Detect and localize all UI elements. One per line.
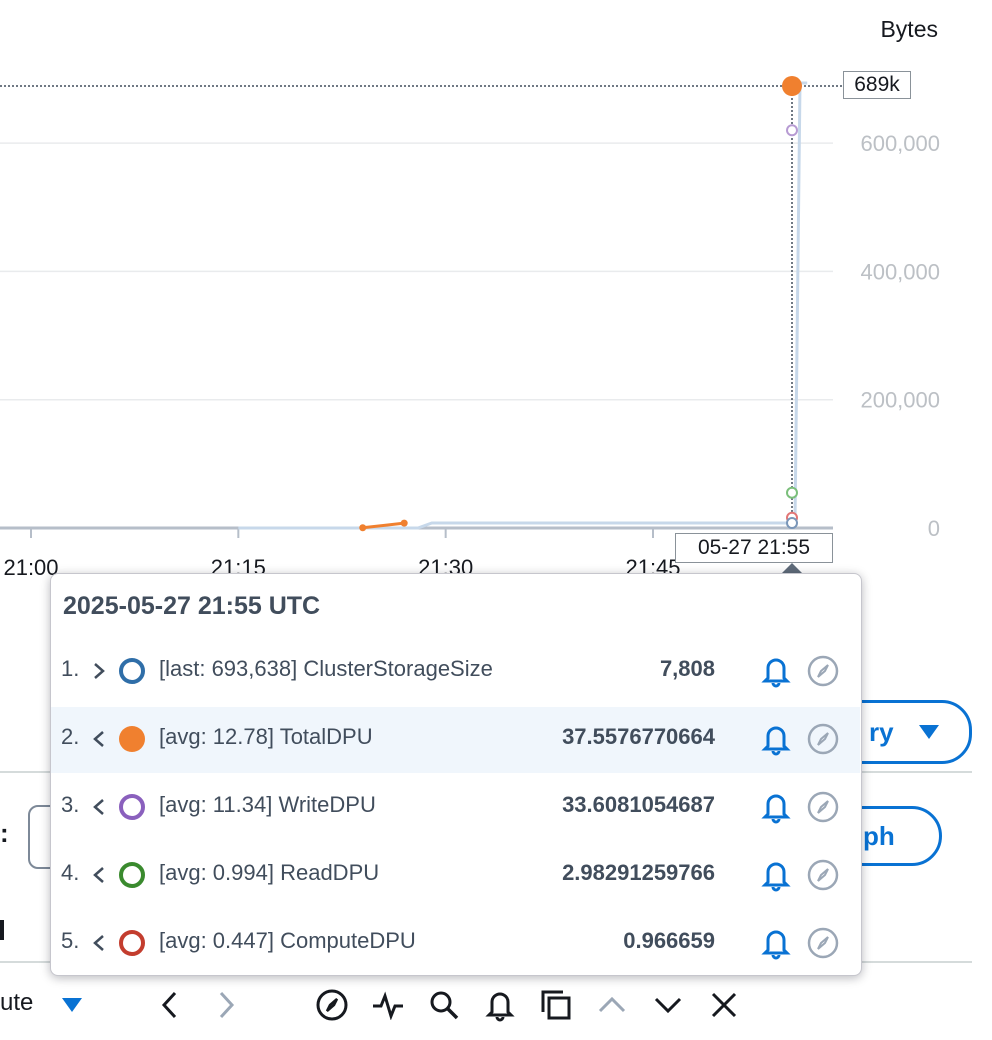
chevron-left-icon[interactable] bbox=[152, 987, 188, 1023]
hover-marker-WriteDPU bbox=[786, 124, 798, 137]
activity-icon[interactable] bbox=[370, 987, 406, 1023]
compass-icon[interactable] bbox=[806, 654, 840, 688]
bell-icon[interactable] bbox=[759, 654, 793, 688]
compass-icon[interactable] bbox=[806, 722, 840, 756]
chart-gridlines bbox=[0, 85, 842, 530]
series-value: 2.98291259766 bbox=[562, 860, 715, 885]
bell-icon[interactable] bbox=[759, 858, 793, 892]
legend-row[interactable]: 4. [avg: 0.994] ReadDPU 2.98291259766 bbox=[51, 843, 860, 909]
row-number: 4. bbox=[61, 860, 80, 885]
metric-row-toolbar: ute bbox=[0, 975, 992, 1035]
chevron-left-icon[interactable] bbox=[89, 725, 109, 753]
series-color-dot bbox=[119, 930, 145, 956]
statistic-dropdown-caret-icon[interactable] bbox=[54, 987, 90, 1023]
popover-arrow bbox=[782, 563, 802, 573]
series-label: [avg: 12.78] TotalDPU bbox=[159, 724, 373, 749]
compass-icon[interactable] bbox=[806, 790, 840, 824]
y-tick-label: 400,000 bbox=[860, 259, 940, 284]
series-label: [avg: 11.34] WriteDPU bbox=[159, 792, 376, 817]
statistic-label: ute bbox=[0, 989, 34, 1016]
series-value: 33.6081054687 bbox=[562, 792, 715, 817]
hover-marker-ClusterStorageSize bbox=[786, 516, 798, 529]
search-icon[interactable] bbox=[426, 987, 462, 1023]
y-tick-label: 0 bbox=[928, 516, 940, 541]
row-number: 2. bbox=[61, 724, 80, 749]
series-value: 0.966659 bbox=[623, 928, 715, 953]
bell-icon[interactable] bbox=[482, 987, 518, 1023]
compass-icon[interactable] bbox=[314, 987, 350, 1023]
series-color-dot bbox=[119, 794, 145, 820]
hover-marker-TotalDPU bbox=[782, 76, 802, 96]
series-label: [avg: 0.994] ReadDPU bbox=[159, 860, 380, 885]
series-label: [last: 693,638] ClusterStorageSize bbox=[159, 656, 493, 681]
chevron-left-icon[interactable] bbox=[89, 929, 109, 957]
series-line-ClusterStorageSize bbox=[238, 81, 808, 530]
close-icon[interactable] bbox=[706, 987, 742, 1023]
y-tick-label: 600,000 bbox=[860, 131, 940, 156]
caret-down-icon bbox=[918, 725, 939, 739]
chevron-left-icon[interactable] bbox=[89, 793, 109, 821]
legend-row[interactable]: 2. [avg: 12.78] TotalDPU 37.5576770664 bbox=[51, 707, 860, 773]
bell-icon[interactable] bbox=[759, 926, 793, 960]
chart-series bbox=[238, 81, 808, 532]
legend-row[interactable]: 5. [avg: 0.447] ComputeDPU 0.966659 bbox=[51, 911, 860, 977]
series-value: 7,808 bbox=[659, 656, 715, 681]
series-color-dot bbox=[119, 862, 145, 888]
chevron-up-icon[interactable] bbox=[594, 987, 630, 1023]
chevron-right-icon[interactable] bbox=[208, 987, 244, 1023]
y-axis-unit-label: Bytes bbox=[880, 16, 938, 42]
series-value: 37.5576770664 bbox=[562, 724, 715, 749]
row-marker bbox=[0, 920, 4, 940]
chevron-down-icon[interactable] bbox=[650, 987, 686, 1023]
row-number: 1. bbox=[61, 656, 80, 681]
series-color-dot bbox=[119, 726, 145, 752]
query-button-label: ry bbox=[869, 716, 894, 747]
y-axis-ticks: 0 200,000 400,000 600,000 bbox=[860, 131, 940, 541]
series-point-TotalDPU bbox=[400, 519, 408, 527]
series-point-TotalDPU bbox=[359, 524, 367, 532]
compass-icon[interactable] bbox=[806, 926, 840, 960]
hover-value-badge: 689k bbox=[843, 71, 911, 99]
chevron-right-icon[interactable] bbox=[89, 657, 109, 685]
row-number: 5. bbox=[61, 928, 80, 953]
bell-icon[interactable] bbox=[759, 722, 793, 756]
legend-row[interactable]: 3. [avg: 11.34] WriteDPU 33.6081054687 bbox=[51, 775, 860, 841]
series-label: [avg: 0.447] ComputeDPU bbox=[159, 928, 416, 953]
hover-time-badge: 05-27 21:55 bbox=[675, 533, 833, 563]
series-color-dot bbox=[119, 658, 145, 684]
legend-row[interactable]: 1. [last: 693,638] ClusterStorageSize 7,80… bbox=[51, 639, 860, 705]
colon-label: : bbox=[0, 818, 9, 848]
copy-icon[interactable] bbox=[538, 987, 574, 1023]
hover-marker-ReadDPU bbox=[786, 486, 798, 499]
popover-title: 2025-05-27 21:55 UTC bbox=[63, 592, 321, 620]
y-tick-label: 200,000 bbox=[860, 388, 940, 413]
bell-icon[interactable] bbox=[759, 790, 793, 824]
compass-icon[interactable] bbox=[806, 858, 840, 892]
chevron-left-icon[interactable] bbox=[89, 861, 109, 889]
row-number: 3. bbox=[61, 792, 80, 817]
datapoint-popover: 2025-05-27 21:55 UTC 1. [last: 693,638] C… bbox=[50, 573, 862, 976]
graph-button-label: ph bbox=[863, 820, 895, 851]
